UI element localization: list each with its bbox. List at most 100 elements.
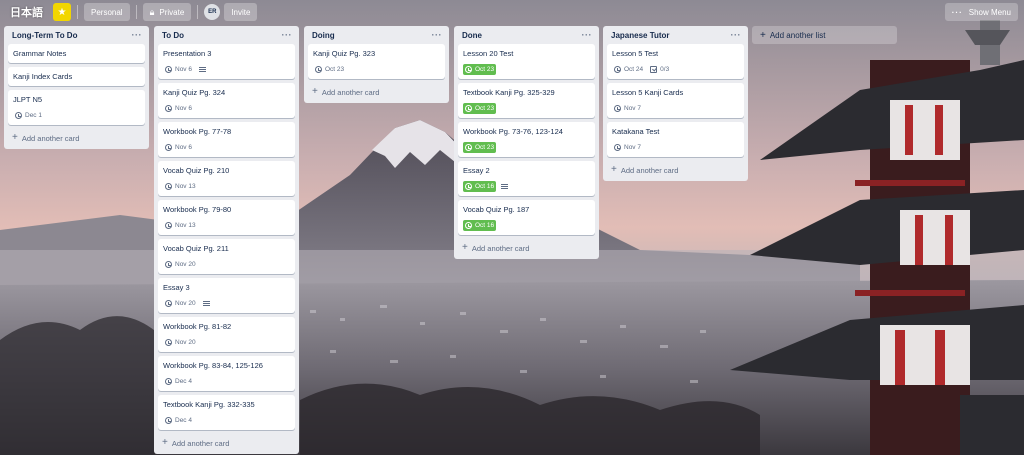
due-date: Dec 4 bbox=[175, 417, 192, 424]
card[interactable]: Katakana Test Nov 7 bbox=[607, 122, 744, 157]
card-badges: Dec 4 bbox=[163, 415, 290, 426]
clock-icon bbox=[165, 300, 172, 307]
plus-icon: + bbox=[462, 242, 468, 253]
list-menu-icon[interactable]: ··· bbox=[582, 30, 593, 40]
list-title[interactable]: To Do bbox=[162, 31, 184, 40]
due-date-badge[interactable]: Dec 1 bbox=[13, 110, 44, 121]
card[interactable]: Workbook Pg. 83-84, 125-126 Dec 4 bbox=[158, 356, 295, 391]
list-header[interactable]: Done ··· bbox=[458, 26, 595, 44]
list-menu-icon[interactable]: ··· bbox=[282, 30, 293, 40]
add-list-button[interactable]: + Add another list bbox=[752, 26, 897, 44]
due-date: Nov 20 bbox=[175, 261, 196, 268]
due-date-complete-badge[interactable]: Oct 23 bbox=[463, 64, 497, 75]
show-menu-button[interactable]: ··· Show Menu bbox=[944, 3, 1018, 21]
card-title: Lesson 20 Test bbox=[463, 49, 514, 58]
header-divider bbox=[77, 5, 78, 19]
due-date-complete-badge[interactable]: Oct 23 bbox=[463, 103, 497, 114]
card-title: Workbook Pg. 73-76, 123-124 bbox=[463, 127, 563, 136]
invite-button[interactable]: Invite bbox=[224, 3, 258, 21]
card-title: Vocab Quiz Pg. 210 bbox=[163, 166, 230, 175]
card-badges: Oct 16 bbox=[463, 181, 590, 192]
card[interactable]: Vocab Quiz Pg. 210 Nov 13 bbox=[158, 161, 295, 196]
add-card-button[interactable]: + Add another card bbox=[607, 161, 744, 179]
card[interactable]: Kanji Quiz Pg. 324 Nov 6 bbox=[158, 83, 295, 118]
board-header: 日本語 ★ Personal 🔒︎ Private ER Invite ··· … bbox=[0, 0, 1024, 24]
due-date-badge[interactable]: Oct 24 bbox=[612, 64, 645, 75]
due-date-badge[interactable]: Nov 13 bbox=[163, 181, 198, 192]
card[interactable]: Vocab Quiz Pg. 211 Nov 20 bbox=[158, 239, 295, 274]
avatar[interactable]: ER bbox=[204, 4, 221, 20]
card-title: Workbook Pg. 83-84, 125-126 bbox=[163, 361, 263, 370]
card[interactable]: Textbook Kanji Pg. 325-329 Oct 23 bbox=[458, 83, 595, 118]
due-date-badge[interactable]: Nov 6 bbox=[163, 64, 194, 75]
add-card-label: Add another card bbox=[620, 165, 679, 175]
list-menu-icon[interactable]: ··· bbox=[432, 30, 443, 40]
list-title[interactable]: Japanese Tutor bbox=[611, 31, 670, 40]
due-date: Nov 7 bbox=[624, 105, 641, 112]
star-button[interactable]: ★ bbox=[53, 3, 71, 21]
due-date-badge[interactable]: Nov 20 bbox=[163, 298, 198, 309]
due-date-badge[interactable]: Nov 20 bbox=[163, 337, 198, 348]
due-date-badge[interactable]: Nov 6 bbox=[163, 142, 194, 153]
card[interactable]: Essay 2 Oct 16 bbox=[458, 161, 595, 196]
add-card-button[interactable]: + Add another card bbox=[158, 434, 295, 452]
card[interactable]: Kanji Index Cards bbox=[8, 67, 145, 86]
due-date-badge[interactable]: Nov 20 bbox=[163, 259, 198, 270]
due-date-complete-badge[interactable]: Oct 23 bbox=[463, 142, 497, 153]
due-date-badge[interactable]: Dec 4 bbox=[163, 415, 194, 426]
list-header[interactable]: Doing ··· bbox=[308, 26, 445, 44]
due-date: Dec 4 bbox=[175, 378, 192, 385]
due-date-badge[interactable]: Nov 13 bbox=[163, 220, 198, 231]
list-header[interactable]: Japanese Tutor ··· bbox=[607, 26, 744, 44]
card[interactable]: Workbook Pg. 79-80 Nov 13 bbox=[158, 200, 295, 235]
board-title[interactable]: 日本語 bbox=[6, 4, 47, 20]
visibility-button[interactable]: 🔒︎ Private bbox=[142, 3, 192, 21]
due-date-badge[interactable]: Dec 4 bbox=[163, 376, 194, 387]
card-badges: Oct 23 bbox=[463, 64, 590, 75]
card-badges: Nov 20 bbox=[163, 259, 290, 270]
add-card-button[interactable]: + Add another card bbox=[8, 129, 145, 147]
card[interactable]: Lesson 20 Test Oct 23 bbox=[458, 44, 595, 79]
card[interactable]: JLPT N5 Dec 1 bbox=[8, 90, 145, 125]
list-menu-icon[interactable]: ··· bbox=[731, 30, 742, 40]
list-title[interactable]: Long-Term To Do bbox=[12, 31, 77, 40]
card[interactable]: Workbook Pg. 73-76, 123-124 Oct 23 bbox=[458, 122, 595, 157]
card[interactable]: Kanji Quiz Pg. 323 Oct 23 bbox=[308, 44, 445, 79]
list-title[interactable]: Done bbox=[462, 31, 482, 40]
card[interactable]: Textbook Kanji Pg. 332-335 Dec 4 bbox=[158, 395, 295, 430]
card-badges: Nov 20 bbox=[163, 337, 290, 348]
clock-icon bbox=[165, 66, 172, 73]
list-header[interactable]: Long-Term To Do ··· bbox=[8, 26, 145, 44]
due-date-complete-badge[interactable]: Oct 16 bbox=[463, 181, 497, 192]
list-title[interactable]: Doing bbox=[312, 31, 335, 40]
due-date: Oct 24 bbox=[624, 66, 644, 73]
card-badges: Nov 20 bbox=[163, 298, 290, 309]
card[interactable]: Lesson 5 Test Oct 24 0/3 bbox=[607, 44, 744, 79]
card[interactable]: Vocab Quiz Pg. 187 Oct 16 bbox=[458, 200, 595, 235]
card[interactable]: Workbook Pg. 81-82 Nov 20 bbox=[158, 317, 295, 352]
card[interactable]: Lesson 5 Kanji Cards Nov 7 bbox=[607, 83, 744, 118]
star-icon: ★ bbox=[57, 6, 67, 18]
add-card-button[interactable]: + Add another card bbox=[308, 83, 445, 101]
list-menu-icon[interactable]: ··· bbox=[132, 30, 143, 40]
checklist-icon bbox=[650, 66, 658, 73]
lock-icon: 🔒︎ bbox=[149, 6, 155, 17]
add-card-button[interactable]: + Add another card bbox=[458, 239, 595, 257]
list-header[interactable]: To Do ··· bbox=[158, 26, 295, 44]
due-date-badge[interactable]: Nov 7 bbox=[612, 142, 643, 153]
clock-icon bbox=[165, 105, 172, 112]
due-date-complete-badge[interactable]: Oct 16 bbox=[463, 220, 497, 231]
card[interactable]: Workbook Pg. 77-78 Nov 6 bbox=[158, 122, 295, 157]
workspace-button[interactable]: Personal bbox=[84, 3, 130, 21]
card[interactable]: Presentation 3 Nov 6 bbox=[158, 44, 295, 79]
card-badges: Nov 13 bbox=[163, 181, 290, 192]
card[interactable]: Grammar Notes bbox=[8, 44, 145, 63]
card[interactable]: Essay 3 Nov 20 bbox=[158, 278, 295, 313]
due-date-badge[interactable]: Nov 6 bbox=[163, 103, 194, 114]
due-date-badge[interactable]: Nov 7 bbox=[612, 103, 643, 114]
show-menu-label: Show Menu bbox=[968, 7, 1011, 17]
header-divider bbox=[135, 5, 137, 19]
card-badges: Nov 6 bbox=[163, 64, 290, 75]
due-date-badge[interactable]: Oct 23 bbox=[313, 64, 346, 75]
card-badges: Nov 6 bbox=[163, 103, 290, 114]
